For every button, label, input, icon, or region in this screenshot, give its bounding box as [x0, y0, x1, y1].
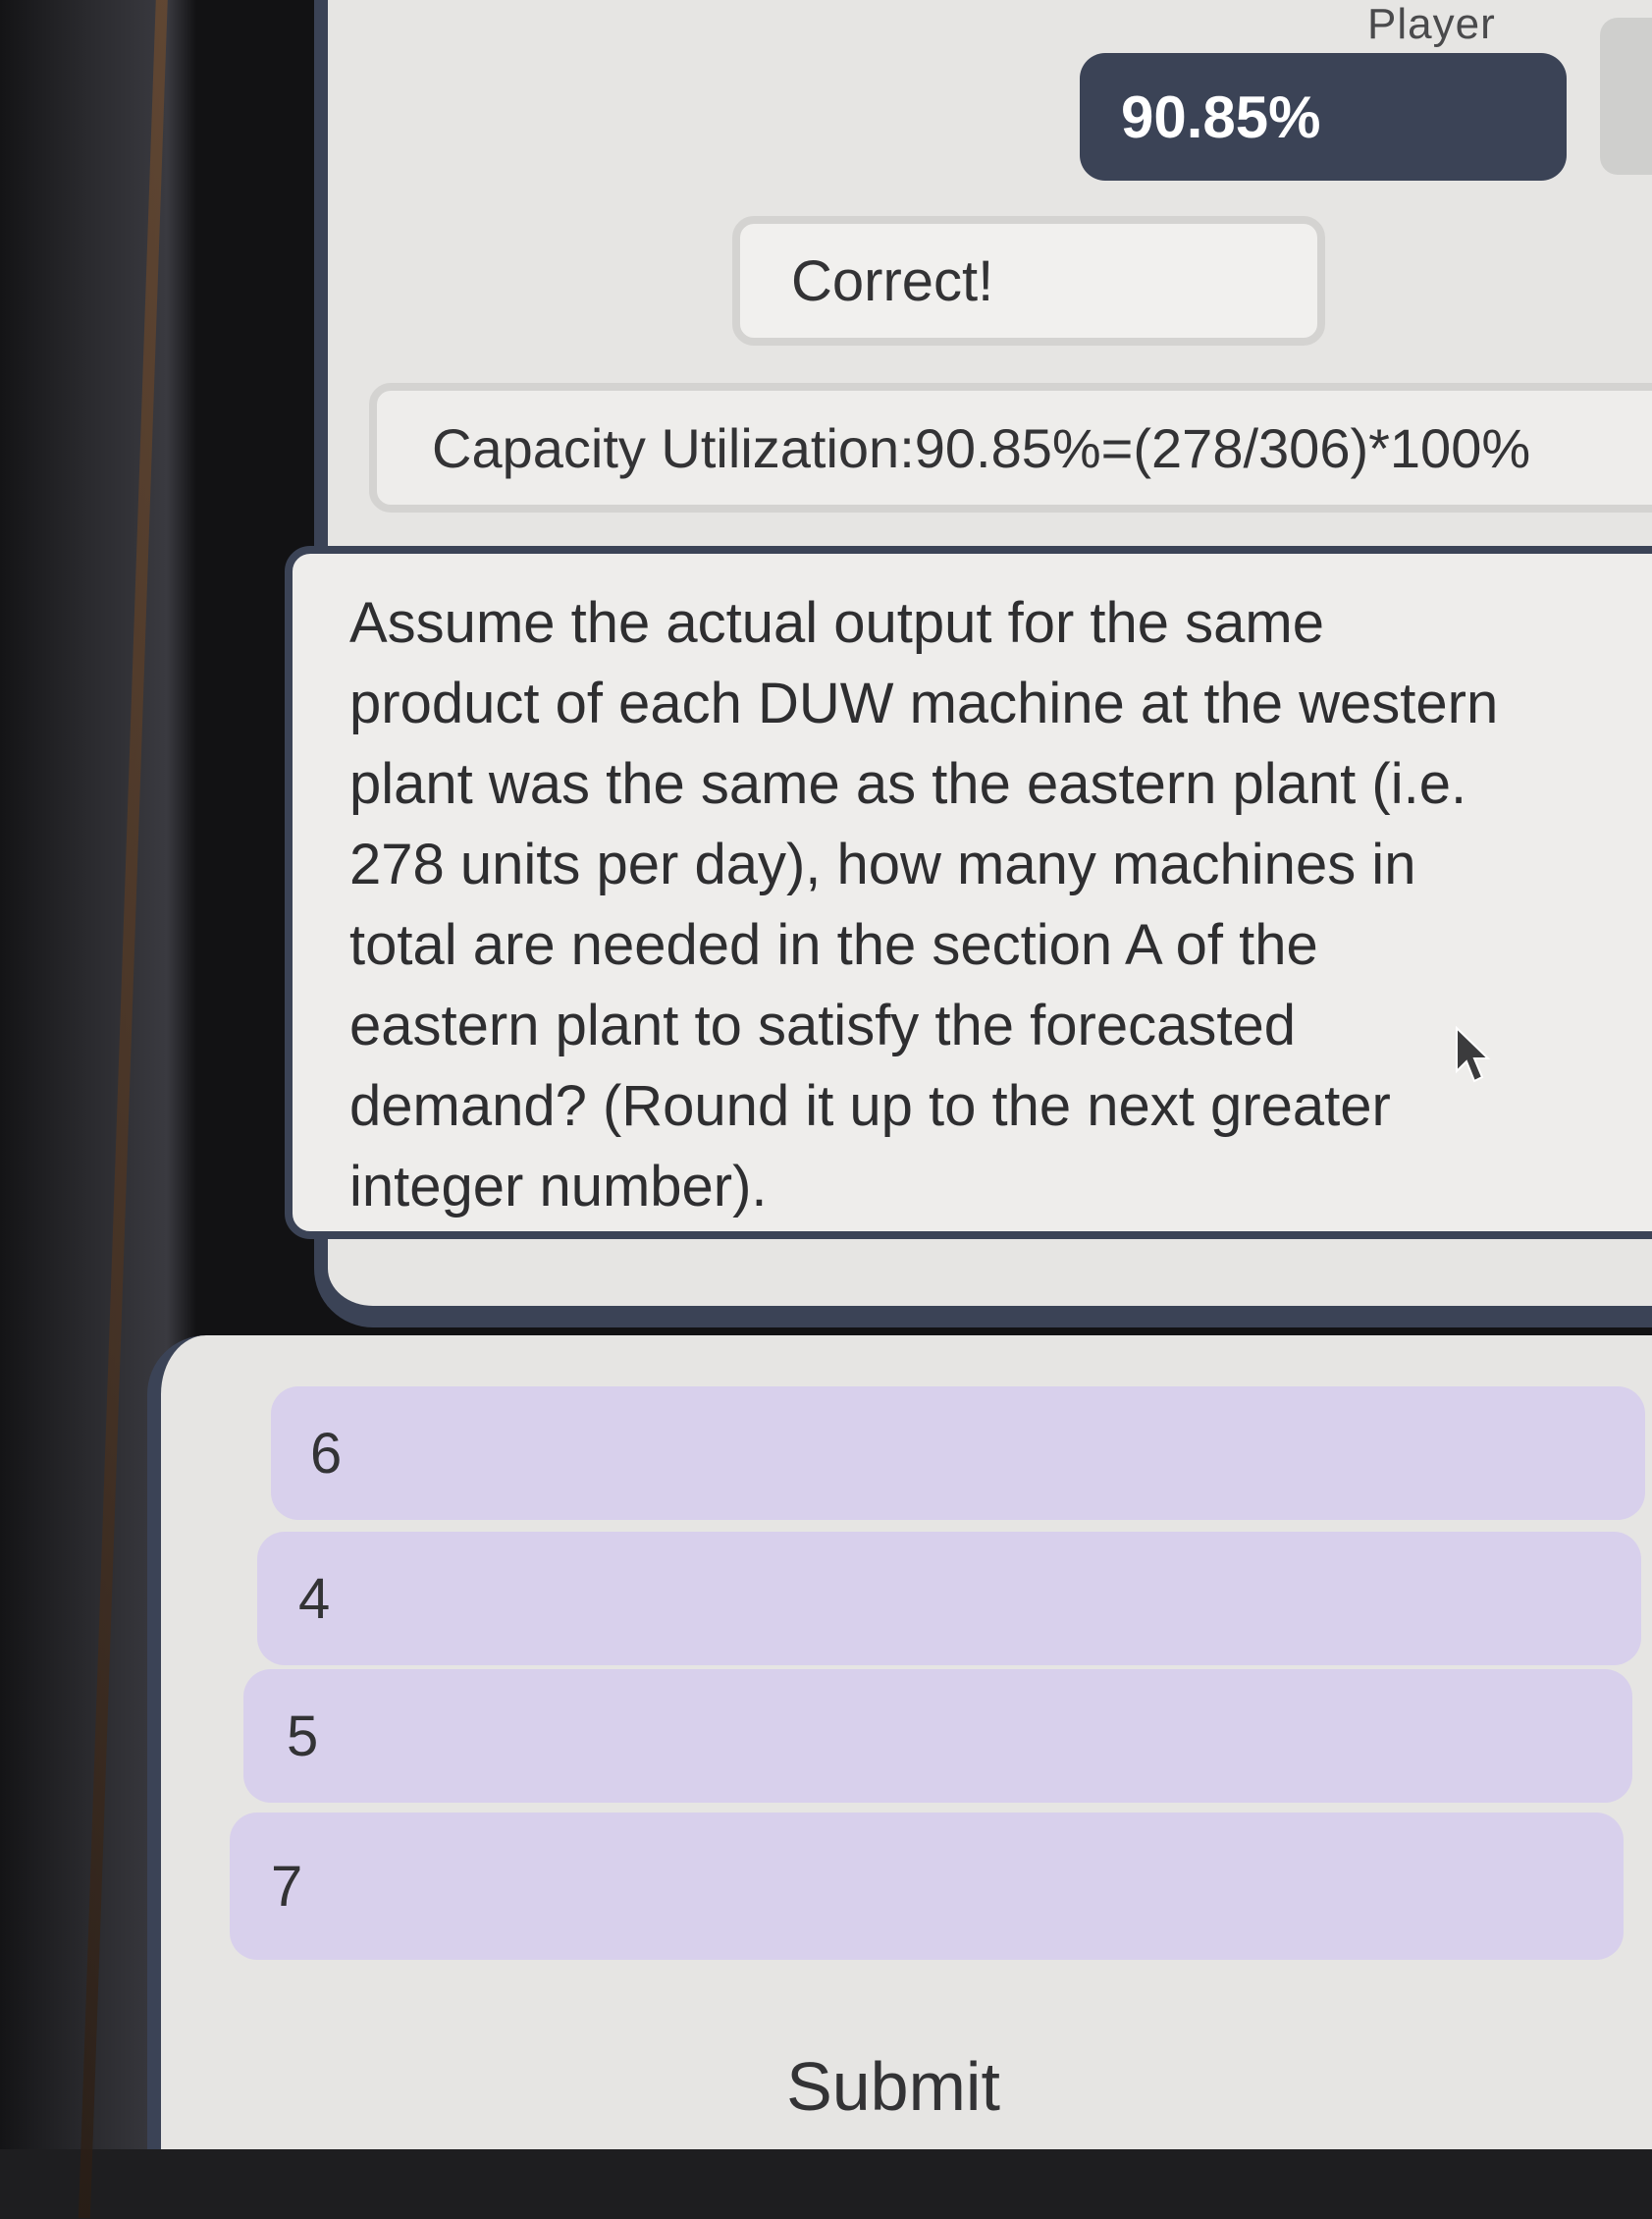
question-line: eastern plant to satisfy the forecasted: [349, 994, 1296, 1057]
question-line: product of each DUW machine at the weste…: [349, 672, 1499, 735]
answer-option[interactable]: 6: [271, 1386, 1645, 1520]
question-line: 278 units per day), how many machines in: [349, 833, 1416, 896]
answer-option[interactable]: 5: [243, 1669, 1632, 1803]
explanation-box: Capacity Utilization:90.85%=(278/306)*10…: [369, 383, 1652, 513]
answer-option-label: 4: [298, 1566, 331, 1631]
question-line: total are needed in the section A of the: [349, 913, 1318, 977]
question-box: Assume the actual output for the same pr…: [285, 546, 1652, 1239]
explanation-text: Capacity Utilization:90.85%=(278/306)*10…: [432, 416, 1531, 479]
question-line: plant was the same as the eastern plant …: [349, 752, 1467, 816]
answer-option[interactable]: 4: [257, 1532, 1641, 1665]
mouse-pointer-icon: [1456, 1026, 1491, 1083]
side-tab[interactable]: [1600, 18, 1652, 175]
question-line: demand? (Round it up to the next greater: [349, 1074, 1391, 1138]
question-line: Assume the actual output for the same: [349, 591, 1324, 655]
answer-option-label: 7: [271, 1854, 303, 1919]
player-label: Player: [1367, 0, 1496, 48]
score-value: 90.85%: [1121, 83, 1321, 150]
answer-option-label: 5: [287, 1704, 319, 1768]
score-badge: 90.85%: [1080, 53, 1567, 181]
submit-button[interactable]: Submit: [687, 2032, 1099, 2140]
feedback-box: Correct!: [732, 216, 1325, 346]
feedback-result: Correct!: [791, 248, 994, 313]
answer-option[interactable]: 7: [230, 1813, 1624, 1960]
answer-option-label: 6: [310, 1421, 343, 1486]
question-line: integer number).: [349, 1155, 768, 1218]
